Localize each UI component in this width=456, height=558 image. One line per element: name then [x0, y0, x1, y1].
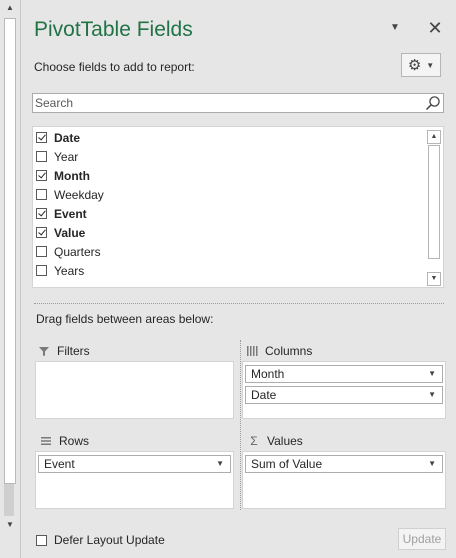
rows-drop-area[interactable]: Event ▼ [35, 451, 234, 509]
section-divider[interactable] [34, 303, 444, 304]
field-label: Value [54, 225, 86, 240]
pivot-fields-pane: PivotTable Fields ▼ ✕ Choose fields to a… [21, 0, 456, 558]
scroll-up-icon[interactable]: ▲ [4, 2, 16, 14]
drag-instruction: Drag fields between areas below: [36, 312, 214, 326]
rows-label: Rows [59, 434, 90, 448]
field-item-month[interactable]: Month [36, 166, 416, 185]
sigma-icon: Σ [250, 434, 258, 448]
field-item-event[interactable]: Event [36, 204, 416, 223]
checkbox[interactable] [36, 189, 47, 200]
defer-checkbox[interactable] [36, 534, 47, 546]
columns-icon [247, 346, 258, 356]
rows-header: Rows [40, 433, 89, 449]
checkbox[interactable] [36, 170, 47, 181]
pill-label: Date [251, 388, 277, 402]
scrollbar-track[interactable] [4, 18, 16, 484]
field-label: Month [54, 168, 90, 183]
columns-header: Columns [246, 343, 312, 359]
checkbox[interactable] [36, 132, 47, 143]
field-label: Event [54, 206, 87, 221]
field-label: Date [54, 130, 81, 145]
checkbox[interactable] [36, 151, 47, 162]
close-icon[interactable]: ✕ [426, 18, 444, 38]
scrollbar-gutter [4, 484, 14, 516]
pane-title: PivotTable Fields [34, 18, 193, 41]
scroll-up-icon[interactable]: ▲ [427, 130, 441, 144]
values-drop-area[interactable]: Sum of Value ▼ [242, 451, 446, 509]
columns-label: Columns [265, 344, 313, 358]
caret-down-icon: ▼ [426, 60, 435, 70]
filter-icon [39, 347, 49, 356]
caret-down-icon[interactable]: ▼ [216, 456, 224, 472]
caret-down-icon[interactable]: ▼ [428, 366, 436, 382]
rows-icon [41, 437, 51, 445]
checkbox[interactable] [36, 246, 47, 257]
left-scrollbar[interactable]: ▲ ▼ [0, 0, 21, 558]
rows-field-event[interactable]: Event ▼ [38, 455, 231, 473]
pill-label: Month [251, 367, 285, 381]
search-input[interactable] [35, 95, 415, 111]
columns-field-month[interactable]: Month ▼ [245, 365, 443, 383]
tools-button[interactable]: ⚙ ▼ [401, 53, 441, 77]
field-item-weekday[interactable]: Weekday [36, 185, 416, 204]
field-item-date[interactable]: Date [36, 128, 416, 147]
pill-label: Event [44, 457, 75, 471]
defer-layout-update[interactable]: Defer Layout Update [36, 532, 165, 548]
field-list-scrollbar[interactable]: ▲ ▼ [426, 128, 442, 286]
columns-drop-area[interactable]: Month ▼ Date ▼ [242, 361, 446, 419]
area-divider [240, 340, 241, 510]
checkbox[interactable] [36, 227, 47, 238]
update-button[interactable]: Update [398, 528, 446, 550]
checkbox[interactable] [36, 265, 47, 276]
pill-label: Sum of Value [251, 457, 323, 471]
caret-down-icon[interactable]: ▼ [428, 387, 436, 403]
choose-fields-label: Choose fields to add to report: [34, 60, 195, 74]
field-label: Quarters [54, 244, 101, 259]
gear-icon: ⚙ [407, 56, 422, 74]
filters-label: Filters [57, 344, 90, 358]
filters-drop-area[interactable] [35, 361, 234, 419]
scroll-down-icon[interactable]: ▼ [4, 519, 16, 531]
scrollbar-thumb[interactable] [428, 145, 440, 259]
field-item-year[interactable]: Year [36, 147, 416, 166]
chevron-down-icon[interactable]: ▼ [389, 22, 401, 34]
values-field-sum-of-value[interactable]: Sum of Value ▼ [245, 455, 443, 473]
scroll-down-icon[interactable]: ▼ [427, 272, 441, 286]
search-icon[interactable] [425, 95, 441, 111]
checkbox[interactable] [36, 208, 47, 219]
columns-field-date[interactable]: Date ▼ [245, 386, 443, 404]
field-list: Date Year Month Weekday Event Value Quar… [32, 126, 444, 288]
field-item-quarters[interactable]: Quarters [36, 242, 416, 261]
field-label: Year [54, 149, 79, 164]
search-field[interactable] [32, 93, 444, 113]
field-label: Weekday [54, 187, 104, 202]
field-item-value[interactable]: Value [36, 223, 416, 242]
field-item-years[interactable]: Years [36, 261, 416, 280]
field-label: Years [54, 263, 85, 278]
defer-label: Defer Layout Update [54, 533, 165, 547]
caret-down-icon[interactable]: ▼ [428, 456, 436, 472]
filters-header: Filters [38, 343, 90, 359]
values-label: Values [267, 434, 303, 448]
values-header: Σ Values [248, 433, 303, 449]
